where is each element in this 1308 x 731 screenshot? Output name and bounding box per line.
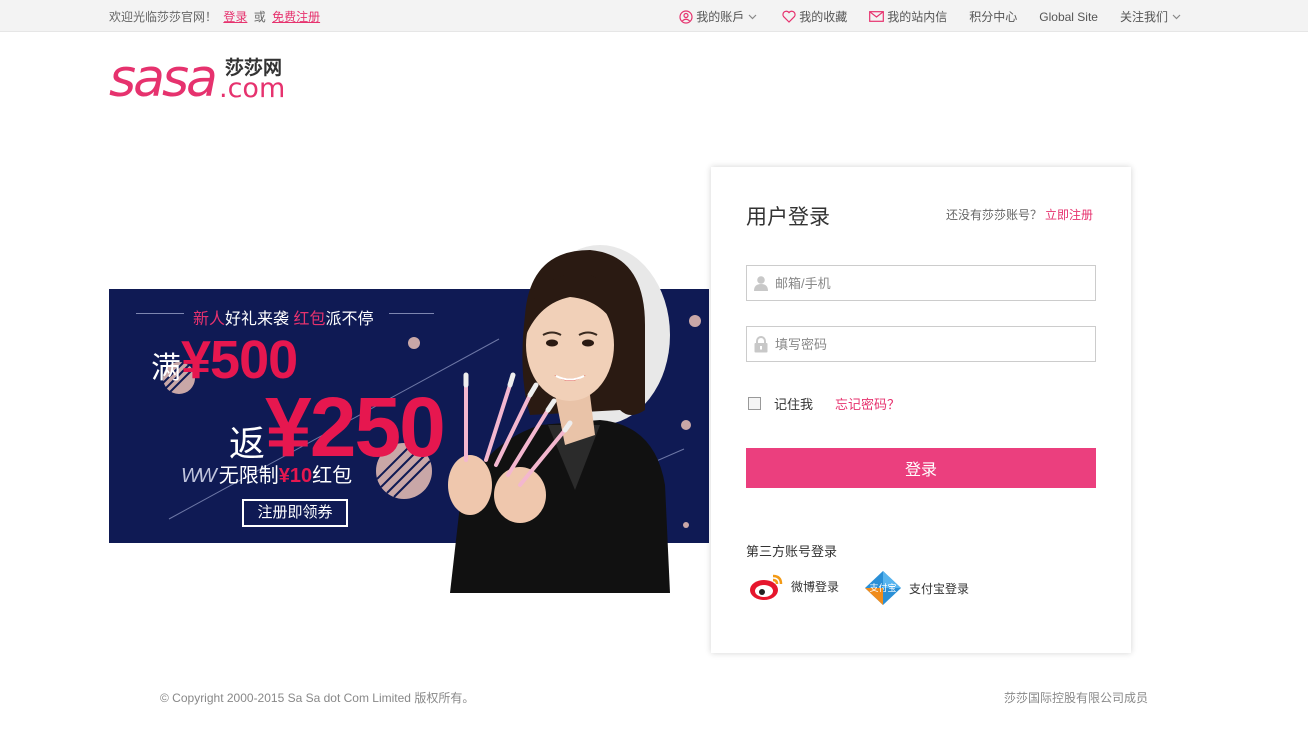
third-party-title: 第三方账号登录 — [746, 544, 838, 559]
sub-suffix: 红包 — [312, 465, 353, 487]
headline-end: 派不停 — [325, 311, 374, 328]
or-text: 或 — [253, 10, 266, 24]
weibo-icon — [750, 574, 783, 600]
model-illustration — [448, 245, 670, 593]
banner-subline: WW 无限制¥10红包 — [181, 459, 352, 488]
banner-model-figure — [430, 245, 710, 593]
global-site-link[interactable]: Global Site — [1039, 8, 1098, 25]
sub-text: 无限制 — [218, 465, 279, 487]
my-messages-label: 我的站内信 — [887, 10, 948, 24]
top-bar: 欢迎光临莎莎官网！ 登录 或 免费注册 我的账戶 我的收藏 我的站内信 积分中心… — [0, 0, 1308, 32]
headline-rule-left — [136, 313, 184, 314]
forgot-password-link[interactable]: 忘记密码？ — [835, 394, 900, 413]
weibo-login-label: 微博登录 — [791, 579, 840, 594]
user-circle-icon — [679, 9, 693, 24]
remember-row: 记住我 忘记密码？ — [748, 394, 900, 413]
envelope-icon — [869, 11, 885, 22]
alipay-icon: 支付宝 — [865, 571, 901, 605]
no-account-prompt: 还没有莎莎账号？ 立即注册 — [946, 206, 1093, 223]
headline-redpacket: 红包 — [293, 311, 326, 328]
chevron-down-icon — [748, 14, 757, 19]
sub-mark: WW — [181, 465, 217, 487]
points-center-label: 积分中心 — [969, 10, 1018, 24]
login-panel: 用户登录 还没有莎莎账号？立即注册 记住我 忘记密码？ 登录 第三方账号登录 微… — [711, 167, 1131, 653]
my-messages-link[interactable]: 我的站内信 — [869, 8, 947, 25]
line1-prefix: 满 — [151, 352, 181, 385]
headline-new: 新人 — [193, 311, 226, 328]
password-field[interactable] — [746, 326, 1096, 362]
remember-checkbox[interactable] — [748, 397, 761, 410]
copyright-text: © Copyright 2000-2015 Sa Sa dot Com Limi… — [160, 691, 475, 705]
lock-icon — [747, 335, 775, 353]
alipay-login-label: 支付宝登录 — [909, 581, 970, 596]
sasa-logo[interactable]: sasa 莎莎网 .com — [109, 49, 294, 109]
svg-text:支付宝: 支付宝 — [869, 582, 896, 594]
headline-gift: 好礼来袭 — [225, 311, 290, 328]
heart-icon — [782, 10, 796, 23]
welcome-area: 欢迎光临莎莎官网！ 登录 或 免费注册 — [109, 8, 323, 25]
svg-text:sasa: sasa — [109, 52, 215, 102]
alipay-login-button[interactable]: 支付宝 支付宝登录 — [863, 570, 969, 606]
login-button[interactable]: 登录 — [746, 448, 1096, 488]
user-icon — [747, 275, 775, 291]
remember-label[interactable]: 记住我 — [774, 394, 813, 413]
sasa-logo-graphic: sasa 莎莎网 .com — [109, 49, 285, 109]
password-input[interactable] — [775, 327, 1095, 361]
points-center-link[interactable]: 积分中心 — [969, 8, 1017, 25]
member-of-text: 莎莎国际控股有限公司成员 — [1003, 691, 1148, 705]
username-field[interactable] — [746, 265, 1096, 301]
top-nav: 我的账戶 我的收藏 我的站内信 积分中心 Global Site 关注我们 — [657, 8, 1184, 25]
username-input[interactable] — [775, 266, 1095, 300]
headline-rule-right — [389, 313, 434, 314]
sub-amount: ¥10 — [278, 465, 313, 487]
top-register-link[interactable]: 免费注册 — [272, 10, 320, 24]
no-account-text: 还没有莎莎账号？ — [945, 208, 1042, 222]
login-title: 用户登录 — [746, 206, 830, 229]
weibo-login-button[interactable]: 微博登录 — [749, 570, 839, 602]
banner-headline: 新人好礼来袭 红包派不停 — [193, 305, 374, 329]
svg-text:.com: .com — [219, 73, 285, 102]
follow-us-label: 关注我们 — [1119, 10, 1168, 24]
my-account-menu[interactable]: 我的账戶 — [679, 8, 760, 25]
welcome-text: 欢迎光临莎莎官网！ — [109, 10, 218, 24]
chevron-down-icon — [1172, 14, 1181, 19]
my-account-label: 我的账戶 — [696, 10, 745, 24]
register-coupon-button[interactable]: 注册即领券 — [242, 499, 348, 527]
global-site-label: Global Site — [1039, 9, 1098, 24]
register-now-link[interactable]: 立即注册 — [1045, 208, 1093, 222]
follow-us-menu[interactable]: 关注我们 — [1120, 8, 1184, 25]
top-login-link[interactable]: 登录 — [223, 10, 247, 24]
my-favorites-link[interactable]: 我的收藏 — [782, 8, 847, 25]
my-favorites-label: 我的收藏 — [799, 10, 848, 24]
line2-prefix: 返 — [229, 423, 266, 464]
